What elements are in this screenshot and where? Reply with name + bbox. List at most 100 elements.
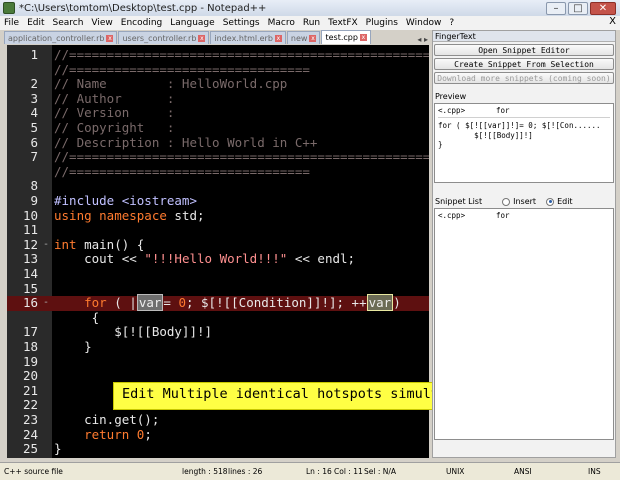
menu-macro[interactable]: Macro [268,18,295,28]
snippet-hotspot[interactable]: var [136,294,164,312]
code-text: return 0; [54,427,152,443]
list-item[interactable]: <.cpp> for [438,211,610,220]
tab-close-icon[interactable]: x [309,34,317,42]
list-item-extension: <.cpp> [438,211,466,220]
create-snippet-from-selection-button[interactable]: Create Snippet From Selection [434,58,614,70]
menu-help[interactable]: ? [449,18,454,28]
tab-close-icon[interactable]: x [274,34,282,42]
code-token: << endl; [287,251,356,267]
code-line[interactable]: 7 //=====================================… [7,149,429,165]
menu-settings[interactable]: Settings [223,18,260,28]
menu-view[interactable]: View [91,18,112,28]
code-text: } [54,339,92,355]
tab-index-html-erb[interactable]: index.html.erb x [210,31,286,44]
status-file-type: C++ source file [4,467,63,476]
code-token: // Copyright : [54,120,175,135]
menu-run[interactable]: Run [303,18,320,28]
code-token: } [54,441,62,457]
code-line[interactable]: 19 [7,354,429,370]
tab-test-cpp[interactable]: test.cpp x [321,30,371,44]
snippet-hotspot[interactable]: var [366,294,394,312]
line-number: 20 [22,368,38,384]
line-number: 24 [22,426,38,442]
insert-radio[interactable] [502,197,511,206]
code-line[interactable]: 15 [7,281,429,297]
tab-application-controller[interactable]: application_controller.rb x [4,31,118,44]
code-token: // Description : Hello World in C++ [54,134,318,150]
code-line[interactable]: { [7,310,429,326]
tab-label: users_controller.rb [122,33,197,43]
code-line[interactable]: 5 // Copyright : [7,120,429,136]
code-line[interactable]: 11 [7,223,429,238]
code-line[interactable]: 25} [7,441,429,457]
minimize-button[interactable]: – [546,1,566,15]
line-number: 3 [30,90,38,106]
preview-snippet-name: for [496,106,510,115]
menu-window[interactable]: Window [406,18,442,28]
status-insert-mode: INS [588,467,601,476]
tab-new[interactable]: new x [286,31,321,44]
line-number: 5 [30,120,38,135]
code-line[interactable]: 6 // Description : Hello World in C++ [7,134,429,151]
fold-marker-icon[interactable]: - [43,238,49,253]
code-line[interactable]: 12- int main() { [7,236,429,253]
menu-search[interactable]: Search [53,18,84,28]
close-button[interactable]: ✕ [590,1,616,15]
snippet-preview: <.cpp> for for ( $[![[var]]!]= 0; $[![Co… [434,103,614,183]
tab-close-icon[interactable]: x [198,34,206,42]
code-text: cin.get(); [54,412,159,428]
code-line[interactable]: 4 // Version : [7,106,429,121]
code-line[interactable]: 18 } [7,339,429,355]
menu-language[interactable]: Language [170,18,214,28]
snippet-list-header: Snippet List Insert Edit [435,197,615,206]
snippet-list[interactable]: <.cpp> for [434,208,614,440]
code-token: "!!!Hello World!!!" [144,251,288,267]
code-line[interactable]: 2 // Name : HelloWorld.cpp [7,76,429,92]
line-number: 16 [22,295,38,311]
fold-marker-icon[interactable]: - [43,296,49,311]
code-line[interactable]: 1 //=====================================… [7,47,429,63]
code-text: //======================================… [54,149,429,165]
maximize-button[interactable]: □ [568,1,588,15]
close-document-button[interactable]: X [609,16,616,27]
code-token: cout << [54,251,145,267]
code-line[interactable]: 13 cout << "!!!Hello World!!!" << endl; [7,252,429,267]
code-line[interactable]: 9 #include <iostream> [7,193,429,209]
code-line[interactable]: 24 return 0; [7,426,429,443]
code-text: using namespace std; [54,208,205,224]
code-token: main() { [84,236,145,252]
menu-textfx[interactable]: TextFX [328,18,358,28]
code-line[interactable]: //================================ [7,164,429,180]
tab-label: new [290,33,308,43]
code-line[interactable]: 3 // Author : [7,90,429,107]
code-line[interactable]: 16- for ( | var = 0; $[![[Condition]]!]; +… [7,294,429,312]
code-text: //======================================… [54,47,429,63]
code-token: int [54,236,85,252]
menu-edit[interactable]: Edit [27,18,44,28]
snippet-list-label: Snippet List [435,197,483,206]
status-eol-format: UNIX [446,467,465,476]
status-selection: Sel : N/A [364,467,397,476]
insert-radio-label: Insert [513,197,537,206]
edit-radio-label: Edit [557,197,573,206]
tab-users-controller[interactable]: users_controller.rb x [118,31,210,44]
code-line[interactable]: 23 cin.get(); [7,412,429,428]
code-line[interactable]: 17 $[![[Body]]!] [7,325,429,340]
code-line[interactable]: //================================ [7,62,429,78]
open-snippet-editor-button[interactable]: Open Snippet Editor [434,44,614,56]
menu-encoding[interactable]: Encoding [121,18,162,28]
status-encoding: ANSI [514,467,532,476]
code-line[interactable]: 14 [7,266,429,282]
fingertext-panel: FingerText Open Snippet Editor Create Sn… [432,30,616,458]
menu-file[interactable]: File [4,18,19,28]
code-line[interactable]: 10 using namespace std; [7,208,429,224]
code-token: for [54,295,115,311]
preview-code: for ( $[![[var]]!]= 0; $[![Con...... $[!… [438,121,601,149]
code-line[interactable]: 8 [7,179,429,194]
tab-close-icon[interactable]: x [106,34,114,42]
tab-close-icon[interactable]: x [359,34,367,41]
line-number: 23 [22,412,38,427]
menu-plugins[interactable]: Plugins [366,18,398,28]
edit-radio[interactable] [546,197,555,206]
tab-scroll-arrows[interactable]: ◂ ▸ [417,35,428,44]
